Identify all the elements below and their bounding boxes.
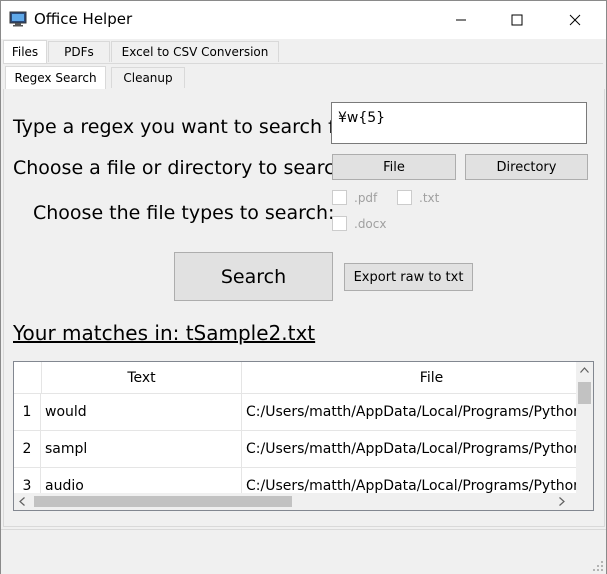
tab-excel-to-csv[interactable]: Excel to CSV Conversion — [111, 41, 279, 62]
checkbox-box — [397, 190, 412, 205]
txt-checkbox[interactable]: .txt — [397, 190, 439, 205]
export-raw-button[interactable]: Export raw to txt — [344, 263, 473, 291]
scrollbar-corner — [576, 493, 593, 510]
row-header[interactable]: 1 — [14, 394, 41, 431]
scroll-up-icon[interactable] — [580, 367, 589, 373]
docx-checkbox-label: .docx — [354, 216, 387, 231]
window-title: Office Helper — [34, 10, 133, 28]
pdf-checkbox[interactable]: .pdf — [332, 190, 377, 205]
close-icon — [569, 14, 581, 26]
minimize-icon — [456, 19, 466, 21]
choose-path-label: Choose a file or directory to search: — [13, 157, 353, 179]
tab-cleanup[interactable]: Cleanup — [111, 67, 185, 88]
column-header-text[interactable]: Text — [42, 362, 242, 394]
results-table[interactable]: Text File 1 would C:/Users/matth/AppData… — [13, 361, 594, 511]
maximize-button[interactable] — [494, 1, 540, 39]
tab-files[interactable]: Files — [3, 40, 47, 63]
main-window: Office Helper Files PDFs Excel to CSV Co… — [0, 0, 607, 574]
matches-title: Your matches in: tSample2.txt — [13, 321, 316, 345]
search-button[interactable]: Search — [174, 252, 333, 301]
file-button[interactable]: File — [332, 154, 456, 180]
resize-grip-icon[interactable] — [592, 560, 604, 572]
minimize-button[interactable] — [438, 1, 484, 39]
tab-regex-search[interactable]: Regex Search — [5, 66, 106, 89]
pdf-checkbox-label: .pdf — [354, 190, 378, 205]
close-button[interactable] — [552, 1, 598, 39]
status-bar — [1, 529, 606, 574]
scroll-right-icon[interactable] — [559, 497, 565, 506]
regex-label: Type a regex you want to search for: — [13, 116, 361, 138]
table-cell-text[interactable]: would — [41, 394, 242, 431]
regex-input[interactable]: ¥w{5} — [331, 102, 587, 144]
table-cell-file[interactable]: C:/Users/matth/AppData/Local/Programs/Py… — [242, 431, 593, 468]
sub-tabbar: Regex Search Cleanup — [1, 66, 606, 89]
computer-icon — [9, 11, 27, 27]
directory-button[interactable]: Directory — [465, 154, 588, 180]
tab-pdfs[interactable]: PDFs — [48, 41, 110, 62]
checkbox-box — [332, 216, 347, 231]
tabbar-divider — [3, 63, 603, 64]
row-header[interactable]: 2 — [14, 431, 41, 468]
vertical-scrollbar[interactable] — [576, 362, 593, 494]
vertical-scroll-thumb[interactable] — [578, 382, 591, 404]
checkbox-box — [332, 190, 347, 205]
horizontal-scrollbar[interactable] — [14, 493, 577, 510]
file-types-label: Choose the file types to search: — [33, 202, 335, 224]
corner-header — [14, 362, 42, 394]
txt-checkbox-label: .txt — [419, 190, 440, 205]
table-cell-text[interactable]: sampl — [41, 431, 242, 468]
maximize-icon — [511, 14, 523, 26]
horizontal-scroll-thumb[interactable] — [34, 496, 292, 507]
main-tabbar: Files PDFs Excel to CSV Conversion — [1, 40, 606, 63]
scroll-left-icon[interactable] — [19, 497, 25, 506]
table-cell-file[interactable]: C:/Users/matth/AppData/Local/Programs/Py… — [242, 394, 593, 431]
title-bar[interactable]: Office Helper — [1, 1, 606, 39]
column-header-file[interactable]: File — [242, 362, 593, 394]
docx-checkbox[interactable]: .docx — [332, 216, 386, 231]
